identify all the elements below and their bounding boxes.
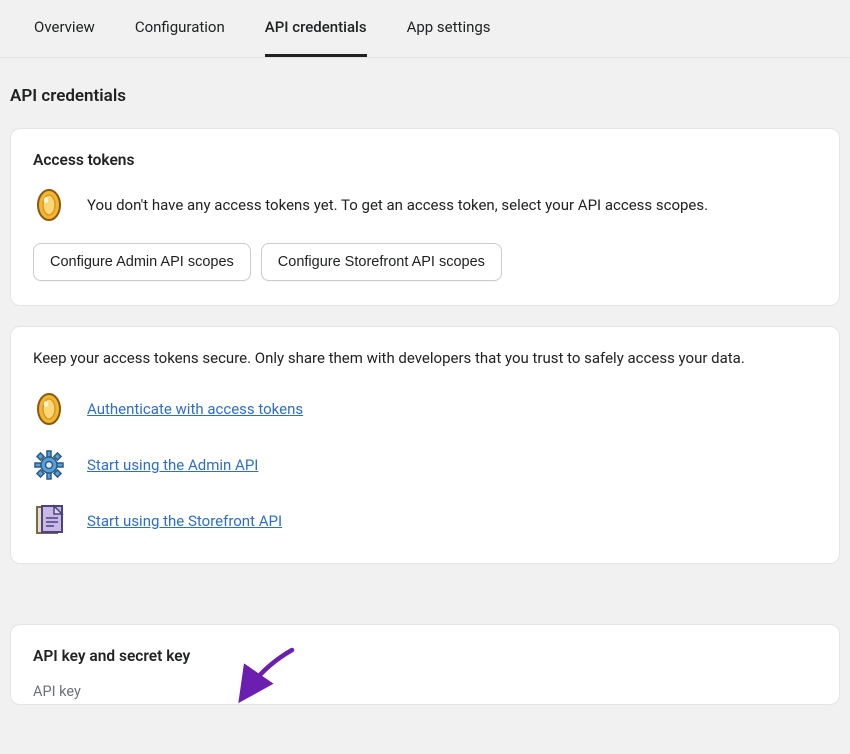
configure-admin-api-button[interactable]: Configure Admin API scopes (33, 243, 251, 281)
tab-app-settings[interactable]: App settings (407, 18, 491, 57)
api-key-title: API key and secret key (33, 647, 817, 665)
secure-tokens-card: Keep your access tokens secure. Only sha… (10, 326, 840, 564)
button-row: Configure Admin API scopes Configure Sto… (33, 243, 817, 281)
configure-storefront-api-button[interactable]: Configure Storefront API scopes (261, 243, 502, 281)
storefront-api-link[interactable]: Start using the Storefront API (87, 512, 282, 530)
access-tokens-empty-text: You don't have any access tokens yet. To… (87, 194, 708, 217)
tabs-bar: Overview Configuration API credentials A… (0, 0, 850, 58)
api-key-card: API key and secret key API key (10, 624, 840, 705)
page-title: API credentials (0, 58, 850, 128)
api-key-label: API key (33, 683, 817, 700)
secure-tokens-info: Keep your access tokens secure. Only sha… (33, 349, 817, 367)
coin-icon (33, 187, 65, 223)
coin-icon (33, 391, 65, 427)
admin-api-link[interactable]: Start using the Admin API (87, 456, 258, 474)
gear-icon (33, 447, 65, 483)
tab-overview[interactable]: Overview (34, 18, 95, 57)
document-icon (33, 503, 65, 539)
authenticate-link[interactable]: Authenticate with access tokens (87, 400, 303, 418)
tab-api-credentials[interactable]: API credentials (265, 18, 367, 57)
access-tokens-card: Access tokens You don't have any access … (10, 128, 840, 306)
tab-configuration[interactable]: Configuration (135, 18, 225, 57)
access-tokens-title: Access tokens (33, 151, 817, 169)
